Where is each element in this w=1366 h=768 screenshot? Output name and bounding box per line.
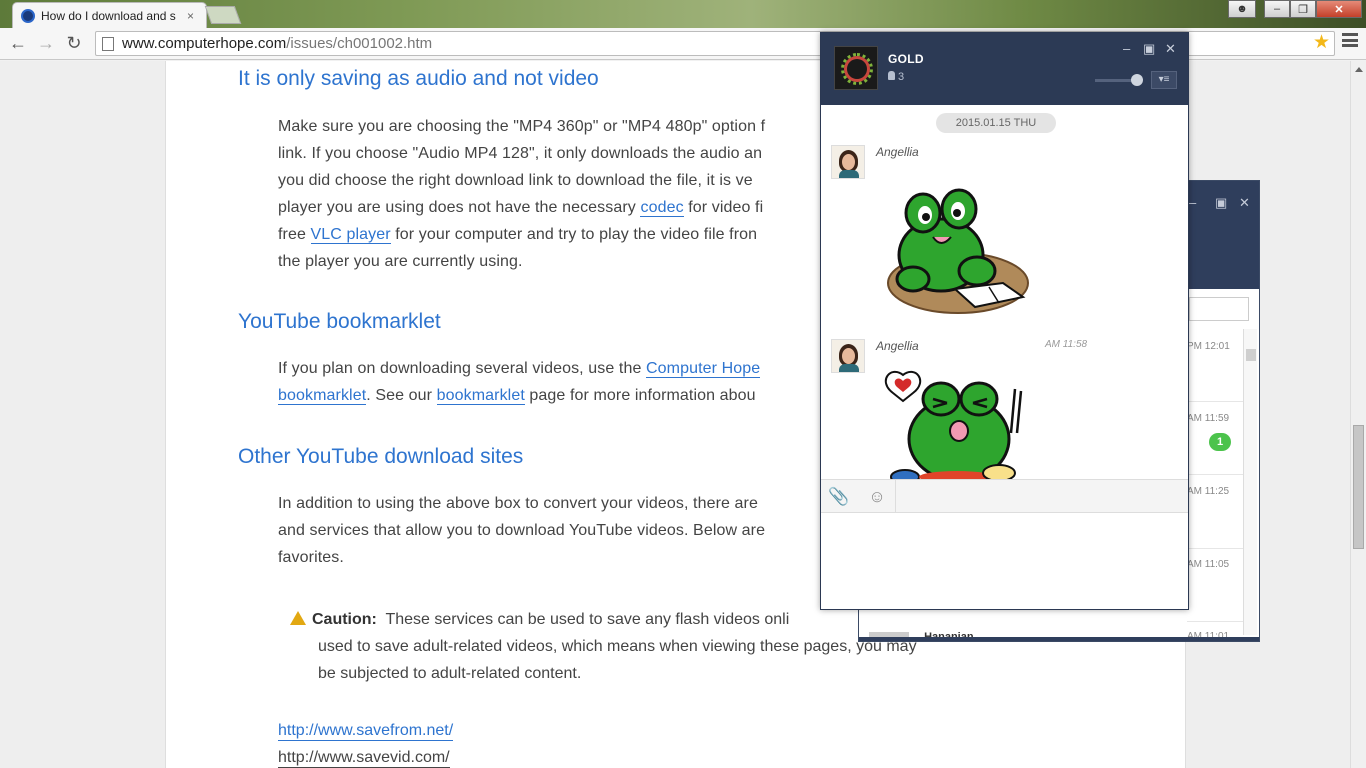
window-controls: ☻ – ❐ ✕ <box>1228 0 1362 18</box>
attach-file-icon[interactable]: 📎 <box>827 485 851 509</box>
restore-button[interactable]: ❐ <box>1290 0 1316 18</box>
tab-title: How do I download and s <box>41 8 176 23</box>
close-icon[interactable]: ✕ <box>1239 195 1250 211</box>
volume-slider-knob[interactable] <box>1131 74 1143 86</box>
close-window-button[interactable]: ✕ <box>1316 0 1362 18</box>
divider <box>1187 621 1243 622</box>
member-count-value: 3 <box>898 71 905 83</box>
sender-avatar[interactable] <box>831 145 865 179</box>
text-line: player you are using does not have the n… <box>278 199 641 216</box>
group-avatar[interactable] <box>834 46 878 90</box>
text-line: page for more information abou <box>524 387 756 404</box>
page-icon <box>102 36 114 51</box>
codec-link[interactable]: codec <box>640 199 684 217</box>
chat-list-scrollbar[interactable] <box>1243 329 1257 635</box>
sender-name: Angellia <box>876 339 919 353</box>
group-name: GOLD <box>888 52 924 66</box>
warning-icon <box>290 611 306 625</box>
minimize-icon[interactable]: – <box>1123 41 1130 56</box>
scroll-up-icon[interactable] <box>1355 67 1363 72</box>
url-host: www.computerhope.com <box>122 35 287 52</box>
bookmarklet-link[interactable]: bookmarklet <box>278 387 367 405</box>
chat-time: PM 12:01 <box>1187 341 1230 352</box>
date-separator: 2015.01.15 THU <box>936 113 1056 133</box>
chat-time: AM 11:59 <box>1187 413 1230 424</box>
maximize-icon[interactable]: ▣ <box>1215 195 1227 211</box>
chat-time: AM 11:05 <box>1187 559 1230 570</box>
bookmarklet-page-link[interactable]: bookmarklet <box>436 387 525 405</box>
savevid-link[interactable]: http://www.savevid.com/ <box>278 748 450 768</box>
divider <box>1187 401 1243 402</box>
back-arrow-icon[interactable]: ← <box>4 30 32 58</box>
computerhope-favicon-icon <box>21 8 35 23</box>
minimize-icon[interactable]: – <box>1189 195 1196 210</box>
chat-time: AM 11:25 <box>1187 486 1230 497</box>
browser-tab-active[interactable]: How do I download and s × <box>12 2 207 28</box>
window-border <box>859 637 1259 641</box>
divider <box>1187 474 1243 475</box>
message-input[interactable] <box>821 514 1188 609</box>
tab-close-icon[interactable]: × <box>187 9 194 23</box>
wreath-icon <box>841 53 873 85</box>
chat-toolbar: 📎 ☺ <box>821 479 1188 513</box>
text-line: . See our <box>366 387 437 404</box>
url-path: /issues/ch001002.htm <box>286 35 433 52</box>
text-line: for your computer and try to play the vi… <box>390 226 758 243</box>
person-icon <box>888 71 895 80</box>
browser-titlebar: How do I download and s × ☻ – ❐ ✕ <box>0 0 1366 28</box>
chat-search-input[interactable] <box>1189 297 1249 321</box>
scrollbar-thumb[interactable] <box>1353 425 1364 549</box>
heading-audio-only: It is only saving as audio and not video <box>238 67 599 90</box>
forward-arrow-icon[interactable]: → <box>32 30 60 58</box>
computer-hope-link[interactable]: Computer Hope <box>646 360 761 378</box>
group-chat-window: GOLD 3 – ▣ ✕ ▾≡ 2015.01.15 THU Angellia … <box>820 32 1189 610</box>
sender-name: Angellia <box>876 145 919 159</box>
avatar-body <box>839 170 859 178</box>
chat-menu-button[interactable]: ▾≡ <box>1151 71 1177 89</box>
savefrom-link[interactable]: http://www.savefrom.net/ <box>278 721 454 741</box>
text-line: free <box>278 226 311 243</box>
sender-avatar[interactable] <box>831 339 865 373</box>
bookmark-star-icon[interactable]: ★ <box>1313 31 1330 54</box>
new-tab-button[interactable] <box>204 6 242 24</box>
reload-icon[interactable]: ↻ <box>60 30 88 58</box>
frog-reading-sticker[interactable] <box>883 179 1033 321</box>
browser-menu-icon[interactable] <box>1342 33 1358 47</box>
unread-badge: 1 <box>1209 433 1231 451</box>
scrollbar-thumb[interactable] <box>1246 349 1256 361</box>
message-area: 2015.01.15 THU Angellia AM 11:58 Angelli… <box>821 105 1173 479</box>
minimize-button[interactable]: – <box>1264 0 1290 18</box>
page-scrollbar[interactable] <box>1350 61 1366 768</box>
member-count[interactable]: 3 <box>888 71 904 83</box>
caution-label: Caution: <box>312 611 377 628</box>
chat-header: GOLD 3 – ▣ ✕ ▾≡ <box>821 33 1188 105</box>
maximize-icon[interactable]: ▣ <box>1143 41 1155 57</box>
heading-bookmarklet: YouTube bookmarklet <box>238 310 441 333</box>
toolbar-divider <box>895 480 896 513</box>
heading-other-sites: Other YouTube download sites <box>238 445 524 468</box>
text-line: for video fi <box>683 199 764 216</box>
message-time: AM 11:58 <box>1045 339 1088 350</box>
text-line: If you plan on downloading several video… <box>278 360 647 377</box>
avatar-face <box>842 154 855 170</box>
user-profile-icon[interactable]: ☻ <box>1228 0 1256 18</box>
emoji-icon[interactable]: ☺ <box>865 485 889 509</box>
divider <box>1187 548 1243 549</box>
vlc-player-link[interactable]: VLC player <box>310 226 391 244</box>
close-icon[interactable]: ✕ <box>1165 41 1176 57</box>
frog-eating-sticker[interactable] <box>883 369 1033 479</box>
caution-text: These services can be used to save any f… <box>385 611 790 628</box>
caution-text: be subjected to adult-related content. <box>318 665 582 682</box>
avatar-face <box>842 348 855 364</box>
avatar-body <box>839 364 859 372</box>
